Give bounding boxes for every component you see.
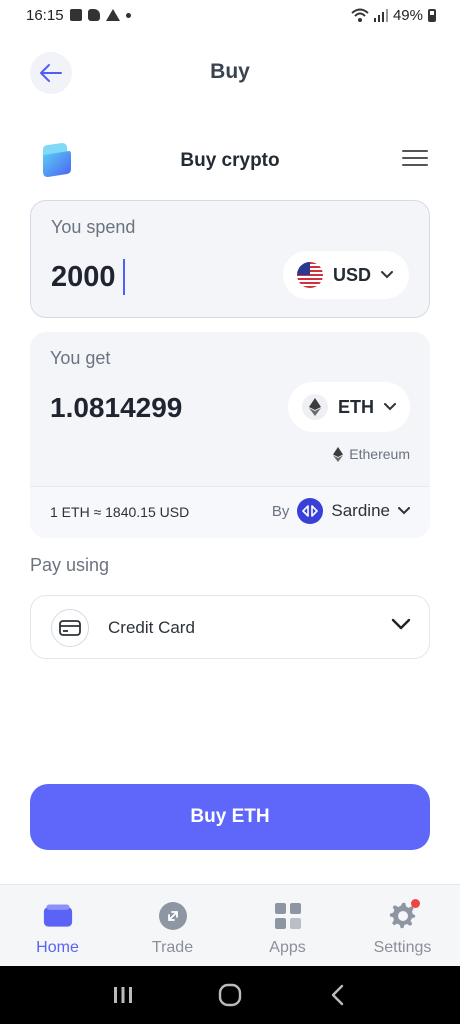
- menu-line-icon: [402, 150, 428, 152]
- chevron-down-icon: [381, 271, 393, 279]
- recent-apps-button[interactable]: [103, 975, 143, 1015]
- widget-header: Buy crypto: [30, 138, 430, 182]
- payment-method-name: Credit Card: [108, 618, 195, 637]
- battery-percent: 49%: [392, 6, 423, 24]
- receive-label: You get: [50, 348, 111, 368]
- wifi-icon: [351, 8, 369, 22]
- spend-label: You spend: [51, 217, 136, 237]
- nav-trade-label: Trade: [151, 939, 194, 956]
- nav-trade[interactable]: Trade: [115, 885, 230, 966]
- hamburger-menu-button[interactable]: [402, 150, 428, 170]
- messenger-notification-icon: [87, 9, 100, 21]
- provider-name: Sardine: [331, 501, 390, 520]
- battery-icon: [428, 8, 436, 22]
- nav-apps-label: Apps: [269, 939, 306, 956]
- text-cursor: [123, 259, 125, 295]
- receive-currency-selector[interactable]: ETH: [288, 382, 410, 432]
- provider-selector[interactable]: By Sardine: [272, 498, 410, 524]
- eth-badge: [302, 394, 328, 420]
- nav-apps[interactable]: Apps: [230, 885, 345, 966]
- home-system-button[interactable]: [210, 975, 250, 1015]
- back-system-button[interactable]: [317, 975, 357, 1015]
- menu-line-icon: [402, 164, 428, 166]
- network-indicator: Ethereum: [333, 446, 410, 462]
- signal-icon: [373, 9, 388, 22]
- status-right: 49%: [351, 7, 436, 24]
- bottom-navigation: Home Trade Apps Settings: [0, 884, 460, 966]
- nav-settings-label: Settings: [373, 939, 432, 956]
- notification-dot: [410, 899, 420, 908]
- gear-icon: [388, 899, 420, 931]
- widget-title: Buy crypto: [180, 150, 280, 171]
- receive-amount: 1.0814299: [50, 392, 183, 423]
- recent-apps-icon: [114, 987, 133, 1003]
- more-notifications-icon: [125, 12, 131, 18]
- receive-card: You get 1.0814299 ETH Ethereum 1 ETH ≈ 1…: [30, 332, 430, 538]
- nav-home[interactable]: Home: [0, 885, 115, 966]
- payment-method-selector[interactable]: Credit Card: [30, 595, 430, 659]
- nav-home-label: Home: [36, 939, 79, 956]
- status-time: 16:15: [26, 6, 64, 24]
- menu-line-icon: [402, 157, 428, 159]
- nav-settings[interactable]: Settings: [345, 885, 460, 966]
- page-header: Buy: [0, 48, 460, 98]
- rate-row: 1 ETH ≈ 1840.15 USD By Sardine: [30, 486, 430, 538]
- trade-arrows-icon: [158, 901, 188, 931]
- exchange-rate: 1 ETH ≈ 1840.15 USD: [50, 504, 190, 520]
- credit-card-icon-wrap: [51, 609, 89, 647]
- spend-currency-code: USD: [332, 264, 371, 285]
- buy-eth-button[interactable]: Buy ETH: [30, 784, 430, 850]
- system-navigation-bar: [0, 966, 460, 1024]
- provider-by-label: By: [271, 502, 290, 520]
- status-bar: 16:15 49%: [0, 0, 460, 30]
- ethereum-icon: [333, 446, 344, 462]
- home-circle-icon: [218, 983, 242, 1007]
- chevron-down-icon: [398, 507, 410, 515]
- status-left: 16:15: [26, 7, 131, 24]
- wallet-icon: [43, 901, 73, 931]
- spend-currency-selector[interactable]: USD: [282, 251, 409, 299]
- page-title: Buy: [210, 60, 250, 83]
- chevron-down-icon: [391, 618, 411, 630]
- grid-icon: [273, 901, 303, 931]
- spend-amount-input[interactable]: [51, 257, 271, 297]
- ethereum-icon: [309, 398, 321, 416]
- sardine-logo-icon: [297, 498, 324, 524]
- spend-card: You spend USD: [30, 200, 430, 318]
- credit-card-icon: [59, 620, 81, 636]
- pay-using-label: Pay using: [30, 555, 110, 575]
- chevron-left-icon: [331, 984, 343, 1006]
- network-name: Ethereum: [349, 446, 410, 462]
- receive-currency-code: ETH: [338, 396, 374, 417]
- us-flag-icon: [296, 262, 323, 288]
- chevron-down-icon: [384, 403, 396, 411]
- gallery-notification-icon: [69, 9, 82, 21]
- warning-notification-icon: [105, 9, 120, 21]
